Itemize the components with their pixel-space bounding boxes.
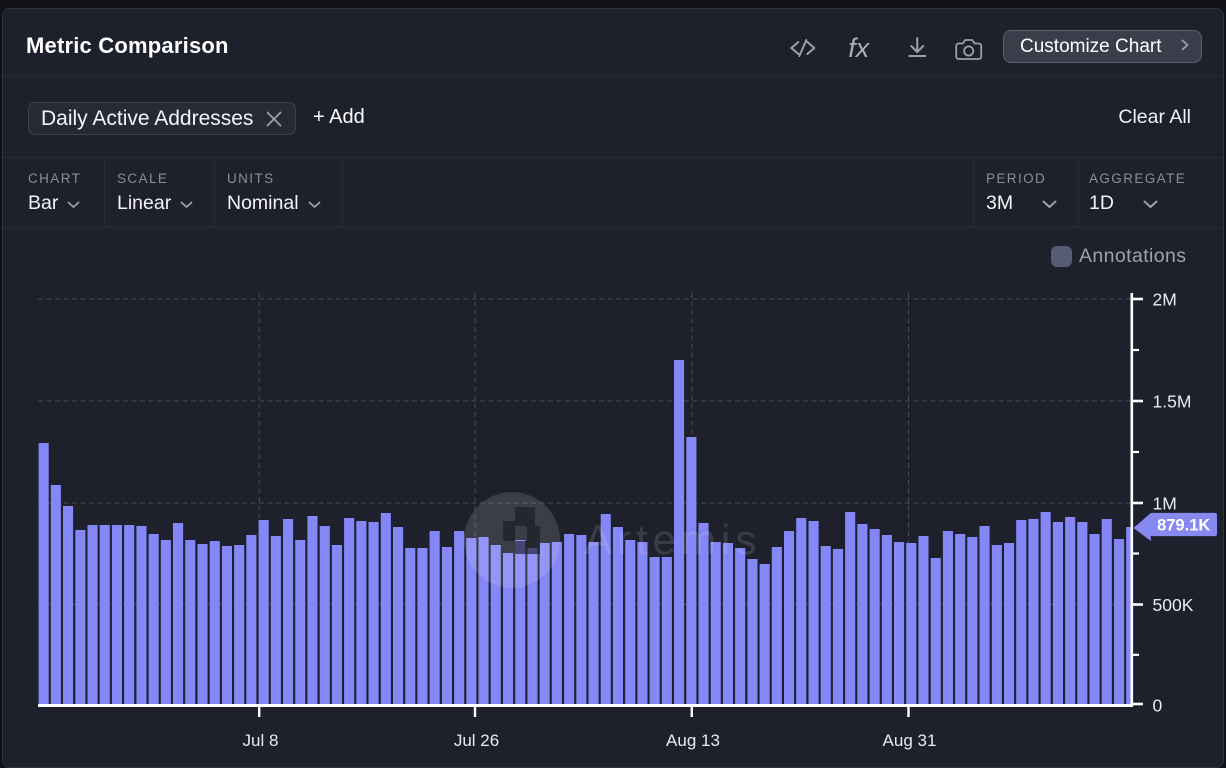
svg-text:Jul 8: Jul 8 xyxy=(243,731,279,750)
svg-text:Jul 26: Jul 26 xyxy=(454,731,499,750)
svg-text:Aug 13: Aug 13 xyxy=(666,731,720,750)
svg-text:Aug 31: Aug 31 xyxy=(883,731,937,750)
svg-text:1.5M: 1.5M xyxy=(1153,392,1192,412)
svg-text:Artemis: Artemis xyxy=(584,516,761,563)
svg-text:879.1K: 879.1K xyxy=(1157,517,1210,535)
svg-text:500K: 500K xyxy=(1153,595,1194,615)
svg-text:1M: 1M xyxy=(1153,494,1177,514)
svg-text:fx: fx xyxy=(848,33,870,63)
svg-text:0: 0 xyxy=(1153,696,1163,716)
svg-text:2M: 2M xyxy=(1153,290,1177,310)
